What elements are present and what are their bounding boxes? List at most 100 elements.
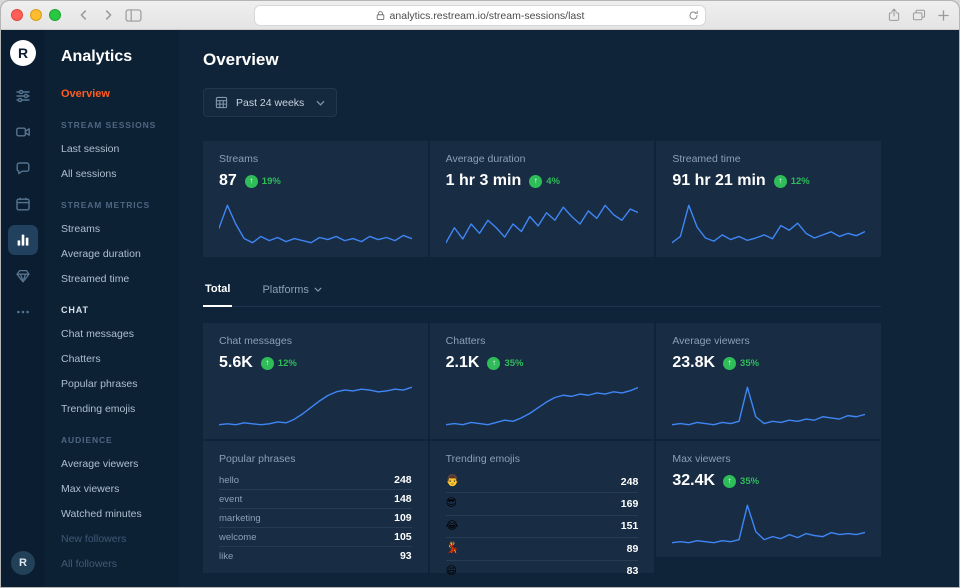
sidebar-item-watched-minutes[interactable]: Watched minutes	[61, 508, 163, 520]
chevron-down-icon	[314, 287, 322, 292]
stat-label: Average duration	[445, 153, 526, 165]
card-chat-messages: Chat messages 5.6K ↑ 12%	[203, 323, 428, 439]
rail-item-studio[interactable]	[8, 117, 38, 147]
user-avatar[interactable]: R	[11, 551, 35, 575]
chat-bubble-icon	[16, 162, 30, 175]
up-arrow-icon: ↑	[244, 174, 258, 188]
tab-overview-button[interactable]	[912, 9, 926, 21]
date-range-filter[interactable]: Past 24 weeks	[203, 88, 338, 117]
page-title: Overview	[203, 50, 279, 69]
phrase-count: 93	[399, 550, 412, 562]
video-camera-icon	[16, 127, 30, 137]
sidebar-item-chat-messages[interactable]: Chat messages	[61, 328, 163, 340]
tab-platforms[interactable]: Platforms	[260, 283, 323, 306]
stat-value: 1 hr 3 min	[445, 172, 522, 189]
restream-logo[interactable]: R	[10, 40, 36, 66]
phrase-count: 109	[394, 512, 412, 524]
stat-label: Chat messages	[219, 335, 292, 347]
sidebar-item-new-followers[interactable]: New followers	[61, 533, 163, 545]
emoji-icon: 💃	[445, 542, 460, 555]
share-button[interactable]	[888, 8, 900, 22]
stat-label: Streamed time	[672, 153, 741, 165]
sidebar-item-chatters[interactable]: Chatters	[61, 353, 163, 365]
close-window-button[interactable]	[11, 9, 23, 21]
phrase-label: hello	[219, 474, 240, 486]
address-bar[interactable]: analytics.restream.io/stream-sessions/la…	[254, 5, 706, 26]
emoji-count: 151	[620, 520, 639, 533]
tab-total[interactable]: Total	[203, 283, 233, 307]
sidebar-item-average-viewers[interactable]: Average viewers	[61, 458, 163, 470]
delta-badge: ↑ 12%	[773, 174, 810, 188]
rail-item-analytics[interactable]	[8, 225, 38, 255]
rail-item-channels[interactable]	[8, 81, 38, 111]
sidebar-item-trending-emojis[interactable]: Trending emojis	[61, 403, 163, 415]
emoji-icon: 👨	[445, 475, 460, 487]
emojis-list: 👨 248 😎 169 😂 151 💃 89 😄 83	[445, 471, 639, 582]
calendar-icon	[16, 197, 30, 211]
view-tabs: Total Platforms	[203, 283, 881, 307]
up-arrow-icon: ↑	[529, 174, 543, 188]
card-average-duration: Average duration 1 hr 3 min ↑ 4%	[429, 141, 655, 257]
up-arrow-icon: ↑	[260, 356, 274, 370]
max-viewers-sparkline	[672, 501, 865, 547]
sidebar-item-streamed-time[interactable]: Streamed time	[61, 273, 163, 285]
sidebar-item-last-session[interactable]: Last session	[61, 143, 163, 155]
zoom-window-button[interactable]	[49, 9, 61, 21]
chat-messages-sparkline	[219, 383, 412, 429]
emoji-row: 💃 89	[445, 537, 639, 559]
chevron-right-icon	[105, 10, 112, 20]
reload-button[interactable]	[688, 10, 699, 21]
card-max-viewers: Max viewers 32.4K ↑ 35%	[656, 441, 881, 557]
date-range-label: Past 24 weeks	[236, 96, 305, 109]
phrase-row: event 148	[219, 489, 412, 508]
plus-icon	[938, 9, 949, 21]
delta-percent: 19%	[261, 175, 281, 187]
minimize-window-button[interactable]	[30, 9, 42, 21]
sidebar-item-overview[interactable]: Overview	[61, 88, 163, 100]
tab-label: Total	[205, 283, 231, 295]
rail-item-more[interactable]	[8, 297, 38, 327]
list-title: Trending emojis	[445, 453, 520, 465]
emoji-row: 👨 248	[446, 471, 639, 492]
sidebar-item-all-sessions[interactable]: All sessions	[61, 168, 163, 180]
new-tab-button[interactable]	[938, 9, 949, 21]
phrase-row: marketing 109	[219, 508, 412, 527]
sliders-icon	[16, 89, 30, 103]
forward-button[interactable]	[101, 8, 115, 22]
delta-percent: 4%	[546, 175, 560, 187]
rail-item-chat[interactable]	[8, 153, 38, 183]
chevron-down-icon	[316, 100, 325, 106]
streamed-time-sparkline	[672, 201, 865, 247]
sidebar-item-streams[interactable]: Streams	[61, 223, 163, 235]
phrase-label: like	[219, 550, 234, 562]
up-arrow-icon: ↑	[723, 356, 737, 370]
metrics-grid: Chat messages 5.6K ↑ 12% Chatters 2.1K ↑…	[203, 323, 881, 577]
average-viewers-sparkline	[672, 383, 865, 429]
emoji-icon: 😄	[445, 564, 458, 577]
rail-item-events[interactable]	[8, 189, 38, 219]
sidebar-item-all-followers[interactable]: All followers	[61, 558, 163, 570]
up-arrow-icon: ↑	[773, 174, 787, 188]
stat-label: Max viewers	[672, 453, 731, 465]
sidebar: Analytics Overview STREAM SESSIONS Last …	[45, 30, 179, 587]
chatters-sparkline	[446, 383, 639, 429]
sidebar-toggle-button[interactable]	[125, 8, 142, 22]
sidebar-section-chat: CHAT	[61, 305, 89, 315]
delta-percent: 12%	[790, 175, 810, 187]
phrase-row: welcome 105	[219, 527, 412, 546]
rail-item-upgrade[interactable]	[8, 261, 38, 291]
browser-chrome: analytics.restream.io/stream-sessions/la…	[1, 1, 959, 30]
main-content: Overview Past 24 weeks Streams 87 ↑ 19% …	[179, 30, 959, 587]
streams-sparkline	[219, 201, 412, 247]
ellipsis-icon	[17, 310, 29, 314]
tabs-icon	[912, 9, 926, 21]
phrase-label: welcome	[219, 531, 257, 543]
stat-label: Average viewers	[672, 335, 750, 347]
sidebar-item-average-duration[interactable]: Average duration	[61, 248, 163, 260]
share-icon	[888, 8, 900, 21]
phrases-list: hello 248 event 148 marketing 109 welcom…	[219, 471, 412, 565]
emoji-count: 89	[626, 542, 639, 555]
back-button[interactable]	[77, 8, 91, 22]
sidebar-item-popular-phrases[interactable]: Popular phrases	[61, 378, 163, 390]
sidebar-item-max-viewers[interactable]: Max viewers	[61, 483, 163, 495]
